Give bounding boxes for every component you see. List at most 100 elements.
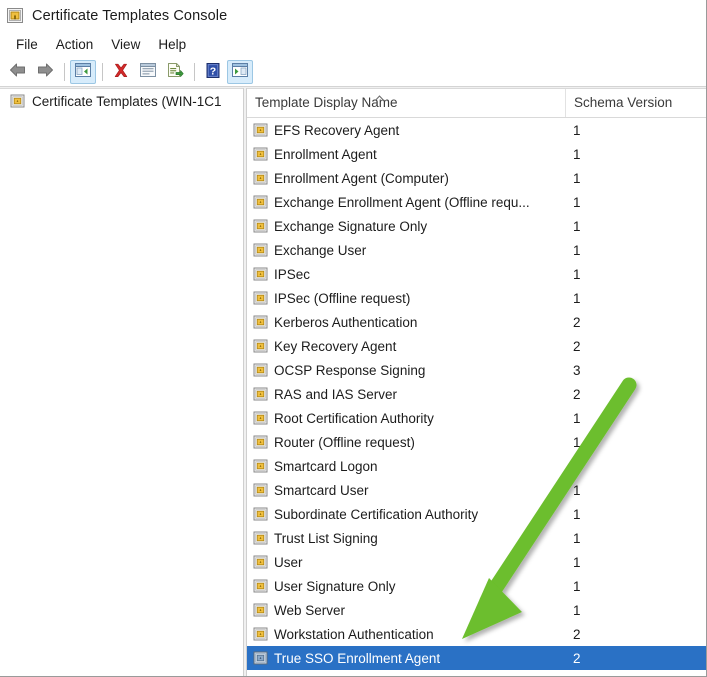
column-header-schema-version[interactable]: Schema Version [565, 89, 706, 117]
cell-schema-version: 1 [573, 506, 581, 522]
table-row[interactable]: Exchange Signature Only 1 [247, 214, 706, 238]
forward-arrow-icon [35, 62, 55, 81]
template-name-label: Workstation Authentication [274, 626, 434, 642]
cell-schema-version: 1 [573, 410, 581, 426]
table-row[interactable]: IPSec 1 [247, 262, 706, 286]
table-row[interactable]: OCSP Response Signing 3 [247, 358, 706, 382]
cell-template-display-name: True SSO Enrollment Agent [247, 651, 565, 666]
table-row[interactable]: IPSec (Offline request) 1 [247, 286, 706, 310]
back-arrow-icon [8, 62, 28, 81]
cell-template-display-name: RAS and IAS Server [247, 387, 565, 402]
template-name-label: Root Certification Authority [274, 410, 434, 426]
certificate-template-icon [253, 627, 268, 642]
tree-node-certificate-templates[interactable]: Certificate Templates (WIN-1C1 [0, 89, 243, 113]
list-body: EFS Recovery Agent 1 Enrollment Agent 1 Enro… [247, 118, 706, 670]
cell-template-display-name: IPSec [247, 267, 565, 282]
table-row[interactable]: User Signature Only 1 [247, 574, 706, 598]
cell-schema-version: 2 [573, 314, 581, 330]
cell-template-display-name: OCSP Response Signing [247, 363, 565, 378]
table-row[interactable]: EFS Recovery Agent 1 [247, 118, 706, 142]
certificate-template-icon [253, 339, 268, 354]
cell-template-display-name: IPSec (Offline request) [247, 291, 565, 306]
table-row[interactable]: Subordinate Certification Authority 1 [247, 502, 706, 526]
table-row[interactable]: Exchange User 1 [247, 238, 706, 262]
template-name-label: OCSP Response Signing [274, 362, 426, 378]
cell-schema-version: 1 [573, 146, 581, 162]
table-row[interactable]: Smartcard Logon [247, 454, 706, 478]
certificate-template-icon [253, 267, 268, 282]
template-name-label: Enrollment Agent (Computer) [274, 170, 449, 186]
cell-template-display-name: Exchange Enrollment Agent (Offline requ.… [247, 195, 565, 210]
menu-action[interactable]: Action [47, 35, 103, 54]
cell-schema-version: 1 [573, 602, 581, 618]
table-row[interactable]: Root Certification Authority 1 [247, 406, 706, 430]
menu-view[interactable]: View [102, 35, 149, 54]
certificate-template-icon [253, 243, 268, 258]
help-button[interactable]: ? [200, 60, 226, 84]
show-action-pane-button[interactable] [227, 59, 253, 84]
delete-button[interactable] [108, 60, 134, 84]
table-row[interactable]: RAS and IAS Server 2 [247, 382, 706, 406]
menu-file[interactable]: File [7, 35, 47, 54]
table-row[interactable]: User 1 [247, 550, 706, 574]
template-name-label: Smartcard User [274, 482, 369, 498]
table-row[interactable]: True SSO Enrollment Agent 2 [247, 646, 706, 670]
column-header-label: Schema Version [574, 95, 673, 110]
menu-help[interactable]: Help [149, 35, 195, 54]
cell-template-display-name: Trust List Signing [247, 531, 565, 546]
template-name-label: Exchange Signature Only [274, 218, 428, 234]
certificate-template-icon [253, 411, 268, 426]
title-bar: Certificate Templates Console [0, 0, 706, 31]
template-name-label: Subordinate Certification Authority [274, 506, 479, 522]
template-name-label: User [274, 554, 303, 570]
console-tree-pane: Certificate Templates (WIN-1C1 [0, 88, 243, 676]
table-row[interactable]: Kerberos Authentication 2 [247, 310, 706, 334]
table-row[interactable]: Enrollment Agent (Computer) 1 [247, 166, 706, 190]
template-name-label: Exchange Enrollment Agent (Offline requ.… [274, 194, 530, 210]
show-hide-tree-button[interactable] [70, 59, 96, 84]
cell-schema-version: 1 [573, 482, 581, 498]
export-list-button[interactable] [162, 60, 188, 84]
cell-schema-version: 1 [573, 266, 581, 282]
list-header: Template Display Name Schema Version [247, 89, 706, 118]
table-row[interactable]: Enrollment Agent 1 [247, 142, 706, 166]
certificate-template-icon [253, 507, 268, 522]
delete-icon [112, 62, 130, 82]
certificate-template-icon [253, 435, 268, 450]
cell-template-display-name: Key Recovery Agent [247, 339, 565, 354]
cell-schema-version: 2 [573, 338, 581, 354]
template-name-label: True SSO Enrollment Agent [274, 650, 441, 666]
cell-schema-version: 1 [573, 242, 581, 258]
cell-template-display-name: Enrollment Agent [247, 147, 565, 162]
cell-schema-version: 1 [573, 170, 581, 186]
certificate-template-icon [253, 531, 268, 546]
toolbar-separator-1 [64, 62, 65, 81]
certificate-template-icon [253, 147, 268, 162]
template-name-label: RAS and IAS Server [274, 386, 398, 402]
certificate-template-icon [253, 195, 268, 210]
properties-button[interactable] [135, 60, 161, 84]
table-row[interactable]: Exchange Enrollment Agent (Offline requ.… [247, 190, 706, 214]
table-row[interactable]: Trust List Signing 1 [247, 526, 706, 550]
cell-schema-version: 1 [573, 194, 581, 210]
cell-template-display-name: Root Certification Authority [247, 411, 565, 426]
table-row[interactable]: Workstation Authentication 2 [247, 622, 706, 646]
certificate-template-icon [10, 94, 25, 109]
table-row[interactable]: Smartcard User 1 [247, 478, 706, 502]
forward-arrow-button[interactable] [32, 60, 58, 84]
table-row[interactable]: Web Server 1 [247, 598, 706, 622]
table-row[interactable]: Key Recovery Agent 2 [247, 334, 706, 358]
cell-template-display-name: Smartcard User [247, 483, 565, 498]
table-row[interactable]: Router (Offline request) 1 [247, 430, 706, 454]
back-arrow-button[interactable] [5, 60, 31, 84]
cell-schema-version: 1 [573, 434, 581, 450]
cell-template-display-name: EFS Recovery Agent [247, 123, 565, 138]
column-header-template-display-name[interactable]: Template Display Name [247, 89, 565, 117]
certificate-template-icon [253, 171, 268, 186]
window-title: Certificate Templates Console [32, 7, 228, 24]
toolbar-separator-3 [194, 62, 195, 81]
template-name-label: Trust List Signing [274, 530, 378, 546]
help-icon: ? [205, 62, 221, 82]
tree-node-label: Certificate Templates (WIN-1C1 [32, 93, 222, 109]
toolbar-separator-2 [102, 62, 103, 81]
